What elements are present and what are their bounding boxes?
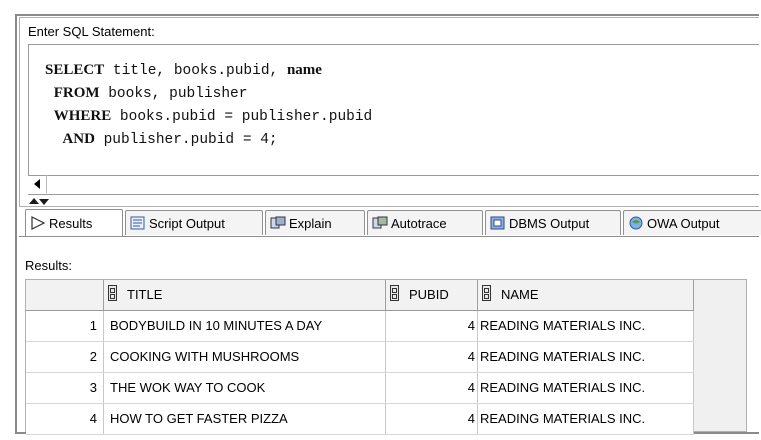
collapse-up-icon[interactable] bbox=[29, 198, 39, 204]
output-tabs: Results Script Output Explain Autotrace … bbox=[19, 208, 761, 237]
row-number: 2 bbox=[26, 342, 104, 372]
column-header-name[interactable]: NAME bbox=[478, 280, 694, 310]
cell-pubid[interactable]: 4 bbox=[386, 373, 478, 403]
tab-results[interactable]: Results bbox=[25, 209, 123, 236]
cell-pubid[interactable]: 4 bbox=[386, 404, 478, 434]
sql-line-select: SELECT title, books.pubid, name bbox=[45, 62, 322, 79]
results-label: Results: bbox=[25, 258, 72, 273]
scroll-left-button[interactable] bbox=[28, 175, 47, 193]
sql-keyword-where: WHERE bbox=[53, 108, 112, 124]
sql-statement-panel: Enter SQL Statement: SELECT title, books… bbox=[19, 17, 759, 207]
pane-splitter[interactable] bbox=[28, 198, 50, 206]
row-number-header bbox=[26, 280, 104, 310]
cell-title[interactable]: HOW TO GET FASTER PIZZA bbox=[104, 404, 386, 434]
play-icon bbox=[30, 216, 46, 230]
explain-icon bbox=[270, 216, 286, 230]
sort-icon[interactable] bbox=[108, 285, 117, 301]
dbms-icon bbox=[490, 216, 506, 230]
sql-statement-label: Enter SQL Statement: bbox=[28, 24, 155, 39]
sql-line-and: AND publisher.pubid = 4; bbox=[62, 131, 278, 148]
tab-dbms-output[interactable]: DBMS Output bbox=[485, 210, 621, 235]
column-header-pubid[interactable]: PUBID bbox=[386, 280, 478, 310]
table-row[interactable]: 1 BODYBUILD IN 10 MINUTES A DAY 4 READIN… bbox=[26, 311, 694, 342]
tab-autotrace[interactable]: Autotrace bbox=[367, 210, 483, 235]
grid-header-row: TITLE PUBID NAME bbox=[26, 280, 694, 311]
cell-title[interactable]: COOKING WITH MUSHROOMS bbox=[104, 342, 386, 372]
sql-worksheet: Enter SQL Statement: SELECT title, books… bbox=[15, 14, 761, 435]
column-header-title[interactable]: TITLE bbox=[104, 280, 386, 310]
row-number: 1 bbox=[26, 311, 104, 341]
sql-editor[interactable]: SELECT title, books.pubid, name FROM boo… bbox=[28, 44, 759, 176]
expand-down-icon[interactable] bbox=[39, 199, 49, 205]
owa-icon bbox=[628, 216, 644, 230]
sql-code[interactable]: SELECT title, books.pubid, name FROM boo… bbox=[45, 59, 372, 151]
sql-line-where: WHERE books.pubid = publisher.pubid bbox=[53, 108, 373, 125]
autotrace-icon bbox=[372, 216, 388, 230]
table-row[interactable]: 3 THE WOK WAY TO COOK 4 READING MATERIAL… bbox=[26, 373, 694, 404]
cell-pubid[interactable]: 4 bbox=[386, 311, 478, 341]
tab-script-output[interactable]: Script Output bbox=[125, 210, 263, 235]
sql-keyword-and: AND bbox=[62, 131, 95, 147]
sort-icon[interactable] bbox=[482, 285, 491, 301]
sql-line-from: FROM books, publisher bbox=[53, 85, 248, 102]
scroll-left-icon bbox=[34, 179, 40, 189]
cell-name[interactable]: READING MATERIALS INC. bbox=[478, 311, 694, 341]
cell-name[interactable]: READING MATERIALS INC. bbox=[478, 404, 694, 434]
tab-explain[interactable]: Explain bbox=[265, 210, 365, 235]
sql-keyword-from: FROM bbox=[53, 85, 100, 101]
row-number: 3 bbox=[26, 373, 104, 403]
sort-icon[interactable] bbox=[390, 285, 399, 301]
row-number: 4 bbox=[26, 404, 104, 434]
table-row[interactable]: 4 HOW TO GET FASTER PIZZA 4 READING MATE… bbox=[26, 404, 694, 435]
cell-title[interactable]: BODYBUILD IN 10 MINUTES A DAY bbox=[104, 311, 386, 341]
table-row[interactable]: 2 COOKING WITH MUSHROOMS 4 READING MATER… bbox=[26, 342, 694, 373]
results-grid[interactable]: TITLE PUBID NAME 1 BODYBUILD IN 10 MINUT… bbox=[25, 279, 747, 435]
cell-name[interactable]: READING MATERIALS INC. bbox=[478, 342, 694, 372]
sql-keyword-select: SELECT bbox=[45, 62, 105, 78]
script-icon bbox=[130, 216, 146, 230]
cell-pubid[interactable]: 4 bbox=[386, 342, 478, 372]
cell-name[interactable]: READING MATERIALS INC. bbox=[478, 373, 694, 403]
cell-title[interactable]: THE WOK WAY TO COOK bbox=[104, 373, 386, 403]
sql-keyword-name: name bbox=[286, 62, 322, 78]
editor-divider bbox=[28, 194, 759, 195]
tab-owa-output[interactable]: OWA Output bbox=[623, 210, 761, 235]
